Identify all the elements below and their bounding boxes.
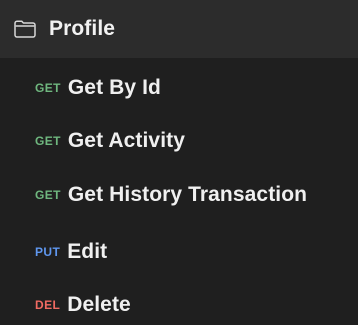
method-badge: PUT [35,245,61,259]
method-badge: GET [35,134,61,148]
request-item-get-by-id[interactable]: GET Get By Id [0,63,358,113]
request-name: Delete [67,293,131,316]
request-name: Get Activity [67,129,185,152]
request-item-get-activity[interactable]: GET Get Activity [0,116,358,166]
request-name: Get By Id [67,76,161,99]
folder-header-profile[interactable]: Profile [0,0,358,58]
request-item-edit[interactable]: PUT Edit [0,227,358,277]
request-item-delete[interactable]: DEL Delete [0,280,358,325]
folder-title: Profile [49,17,116,40]
method-badge: GET [35,188,61,202]
method-badge: DEL [35,298,61,312]
request-name: Get History Transaction [67,183,308,206]
request-list: GET Get By Id GET Get Activity GET Get H… [0,58,358,325]
method-badge: GET [35,81,61,95]
collection-panel: Profile GET Get By Id GET Get Activity G… [0,0,358,325]
folder-icon [13,17,37,41]
request-name: Edit [67,240,108,263]
request-item-get-history-transaction[interactable]: GET Get History Transaction [0,170,358,220]
